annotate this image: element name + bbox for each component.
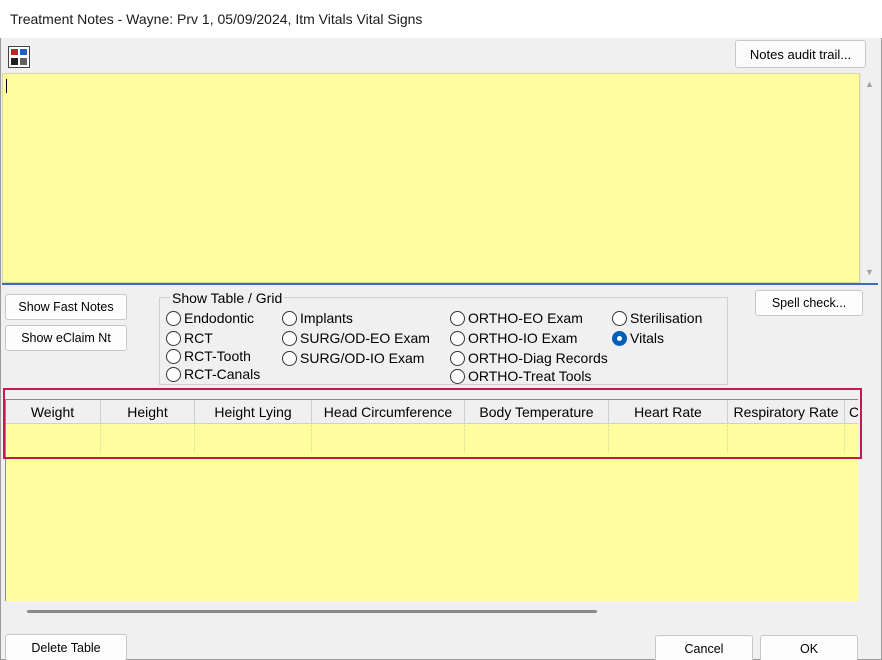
radio-sterilisation[interactable]: Sterilisation [612, 309, 702, 327]
radio-rct-tooth[interactable]: RCT-Tooth [166, 347, 251, 365]
highlight-frame [3, 388, 862, 459]
notes-text-area[interactable] [2, 73, 860, 283]
radio-label: Implants [300, 310, 353, 326]
radio-endodontic[interactable]: Endodontic [166, 309, 254, 327]
radio-label: ORTHO-Diag Records [468, 350, 608, 366]
radio-label: ORTHO-Treat Tools [468, 368, 592, 384]
radio-ortho-io-exam[interactable]: ORTHO-IO Exam [450, 329, 577, 347]
radio-ortho-treat-tools[interactable]: ORTHO-Treat Tools [450, 367, 591, 385]
scroll-down-arrow-icon[interactable]: ▼ [865, 267, 874, 277]
window-title: Treatment Notes - Wayne: Prv 1, 05/09/20… [10, 11, 423, 27]
radio-label: RCT-Tooth [184, 348, 251, 364]
radio-surg-od-io-exam[interactable]: SURG/OD-IO Exam [282, 349, 424, 367]
abc-spell-icon[interactable] [8, 46, 30, 68]
radio-surg-od-eo-exam[interactable]: SURG/OD-EO Exam [282, 329, 430, 347]
notes-audit-trail-button[interactable]: Notes audit trail... [735, 40, 866, 68]
radio-label: Endodontic [184, 310, 255, 326]
radio-circle [282, 330, 297, 346]
radio-label: SURG/OD-IO Exam [300, 350, 425, 366]
show-eclaim-button[interactable]: Show eClaim Nt [5, 325, 127, 351]
ok-button[interactable]: OK [760, 635, 858, 660]
radio-circle [282, 350, 297, 366]
show-table-group-label: Show Table / Grid [170, 290, 285, 306]
text-caret [6, 79, 7, 93]
radio-circle [166, 310, 181, 326]
radio-circle [166, 366, 181, 382]
radio-ortho-eo-exam[interactable]: ORTHO-EO Exam [450, 309, 583, 327]
radio-label: RCT [184, 330, 213, 346]
grid-horizontal-scrollbar[interactable] [5, 601, 858, 621]
radio-label: Vitals [630, 330, 664, 346]
title-bar: Treatment Notes - Wayne: Prv 1, 05/09/20… [0, 0, 882, 38]
radio-vitals[interactable]: Vitals [612, 329, 664, 347]
scrollbar-thumb[interactable] [27, 610, 597, 613]
show-fast-notes-button[interactable]: Show Fast Notes [5, 294, 127, 320]
delete-table-button[interactable]: Delete Table [5, 634, 127, 660]
notes-vertical-scrollbar[interactable]: ▲ ▼ [860, 73, 878, 283]
radio-label: RCT-Canals [184, 366, 261, 382]
radio-label: ORTHO-EO Exam [468, 310, 583, 326]
radio-label: SURG/OD-EO Exam [300, 330, 430, 346]
radio-ortho-diag-records[interactable]: ORTHO-Diag Records [450, 349, 608, 367]
radio-circle [166, 348, 181, 364]
radio-circle [450, 330, 465, 346]
radio-circle [450, 368, 465, 384]
radio-rct-canals[interactable]: RCT-Canals [166, 365, 260, 383]
radio-implants[interactable]: Implants [282, 309, 353, 327]
spell-check-button[interactable]: Spell check... [755, 290, 863, 316]
radio-label: ORTHO-IO Exam [468, 330, 578, 346]
radio-circle [612, 310, 627, 326]
notes-bottom-border [2, 283, 878, 285]
radio-circle [282, 310, 297, 326]
radio-rct[interactable]: RCT [166, 329, 213, 347]
cancel-button[interactable]: Cancel [655, 635, 753, 660]
scroll-up-arrow-icon[interactable]: ▲ [865, 79, 874, 89]
radio-circle-selected [612, 330, 627, 346]
radio-label: Sterilisation [630, 310, 703, 326]
radio-circle [450, 310, 465, 326]
radio-circle [166, 330, 181, 346]
radio-circle [450, 350, 465, 366]
